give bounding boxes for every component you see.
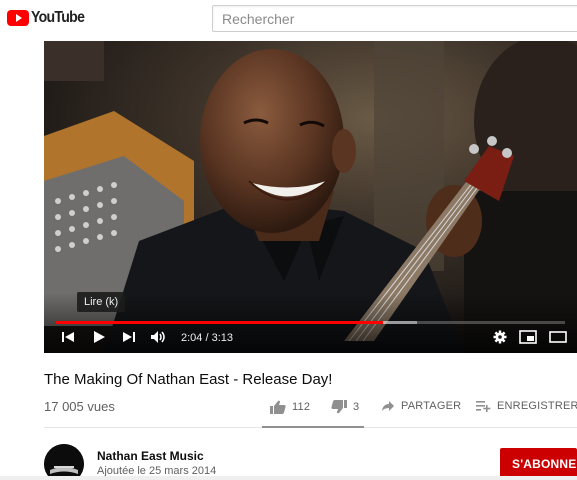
miniplayer-icon[interactable] [519,330,537,349]
video-title: The Making Of Nathan East - Release Day! [44,371,333,388]
page-bottom-strip [0,476,577,480]
like-count: 112 [292,401,311,413]
share-button[interactable]: PARTAGER [381,400,461,412]
channel-avatar[interactable] [44,444,84,480]
logo-text: YouTube [31,9,85,26]
masthead: YouTube [0,0,577,38]
play-tooltip: Lire (k) [77,292,126,312]
watch-page: YouTube Rechercher Lire (k) 2:04 / 3:13 … [0,0,577,480]
time-display: 2:04 / 3:13 [181,332,233,344]
progress-played [56,321,383,324]
video-player[interactable]: Lire (k) 2:04 / 3:13 [44,41,577,353]
dislike-button[interactable]: 3 [331,400,359,414]
channel-name[interactable]: Nathan East Music [97,449,204,463]
progress-bar[interactable] [56,321,565,324]
share-icon [382,401,394,411]
theater-icon[interactable] [549,330,567,349]
youtube-logo[interactable]: YouTube [7,9,91,27]
sentiment-like [262,426,362,428]
view-count: 17 005 vues [44,399,115,414]
thumbs-down-icon [331,400,347,414]
next-icon[interactable] [122,330,136,349]
save-label: ENREGISTRER [497,400,577,412]
sentiment-bar [262,426,364,428]
thumbs-up-icon [270,400,286,414]
search-box [212,5,577,32]
play-icon[interactable] [92,330,106,349]
volume-icon[interactable] [150,330,168,349]
add-to-playlist-icon [476,401,491,412]
youtube-play-icon [7,10,29,26]
previous-icon[interactable] [61,330,75,349]
save-button[interactable]: ENREGISTRER [476,400,577,412]
dislike-count: 3 [353,401,360,413]
settings-icon[interactable] [493,330,507,349]
share-label: PARTAGER [401,400,462,412]
search-input[interactable] [213,6,577,31]
like-button[interactable]: 112 [270,400,310,414]
